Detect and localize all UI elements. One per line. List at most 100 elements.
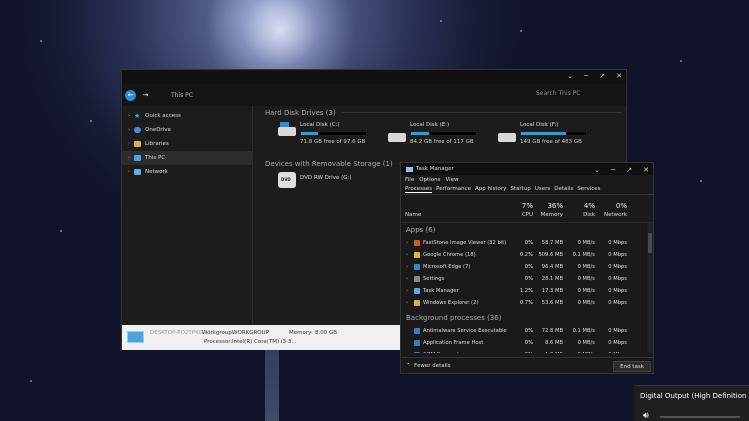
task-manager-title-bar[interactable]: Task Manager ⌄ ─ ↗ ✕ bbox=[401, 163, 653, 175]
process-list-scrollbar[interactable] bbox=[647, 223, 653, 353]
table-row[interactable]: › Task Manager 1.2% 17.3 MB 0 MB/s 0 Mbps bbox=[401, 285, 647, 297]
drive-e[interactable]: Local Disk (E:) 84.2 GB free of 117 GB bbox=[370, 119, 480, 153]
process-icon bbox=[414, 276, 420, 282]
folder-icon bbox=[134, 141, 141, 147]
process-name: Settings bbox=[423, 276, 445, 282]
sidebar-item-quick-access[interactable]: › ★ Quick access bbox=[122, 109, 252, 123]
audio-output-name[interactable]: Digital Output (High Definition Audio bbox=[640, 392, 749, 400]
sidebar-item-libraries[interactable]: › Libraries bbox=[122, 137, 252, 151]
sidebar-item-this-pc[interactable]: › This PC bbox=[122, 151, 252, 165]
process-network: 0 Mbps bbox=[608, 300, 627, 306]
table-row[interactable]: COM Surrogate 0%1.3 MB0 MB/s0 Mbps bbox=[401, 349, 647, 353]
minimize-icon[interactable]: ─ bbox=[611, 166, 615, 174]
apps-section-header: Apps (6) bbox=[406, 226, 436, 234]
expand-ribbon-icon[interactable]: ⌄ bbox=[567, 72, 573, 80]
table-row[interactable]: › Microsoft Edge (7) 0% 96.4 MB 0 MB/s 0 Mbps bbox=[401, 261, 647, 273]
table-row[interactable]: › FastStone Image Viewer (32 bit) 0% 58.7 M… bbox=[401, 237, 647, 249]
process-network: 0 Mbps bbox=[608, 252, 627, 258]
process-name: Microsoft Edge (7) bbox=[423, 264, 471, 270]
tab-app-history[interactable]: App history bbox=[475, 186, 506, 192]
volume-slider[interactable] bbox=[660, 416, 740, 418]
hard-disk-group-header[interactable]: Hard Disk Drives (3) bbox=[265, 106, 622, 119]
drive-usage-bar bbox=[410, 131, 477, 136]
process-memory: 28.1 MB bbox=[541, 276, 563, 282]
column-name[interactable]: Name bbox=[405, 212, 421, 218]
chevron-right-icon[interactable]: › bbox=[406, 240, 408, 246]
table-row[interactable]: Antimalware Service Executable 0% 72.8 MB 0… bbox=[401, 325, 647, 337]
forward-arrow-icon[interactable]: → bbox=[140, 90, 151, 101]
table-row[interactable]: Application Frame Host 0% 8.6 MB 0 MB/s 0 Mb… bbox=[401, 337, 647, 349]
chevron-right-icon[interactable]: › bbox=[406, 300, 408, 306]
search-input[interactable]: Search This PC bbox=[536, 90, 581, 97]
explorer-title-bar[interactable]: ⌄ ─ ↗ ✕ bbox=[122, 70, 626, 84]
end-task-button[interactable]: End task bbox=[613, 361, 651, 372]
table-row[interactable]: › Windows Explorer (2) 0.7% 53.6 MB 0 MB/s 0 … bbox=[401, 297, 647, 309]
chevron-right-icon[interactable]: › bbox=[406, 288, 408, 294]
tab-startup[interactable]: Startup bbox=[510, 186, 530, 192]
process-icon bbox=[414, 240, 420, 246]
process-list: Apps (6) › FastStone Image Viewer (32 bit… bbox=[401, 223, 647, 353]
tab-performance[interactable]: Performance bbox=[436, 186, 471, 192]
close-icon[interactable]: ✕ bbox=[616, 72, 622, 80]
tab-processes[interactable]: Processes bbox=[405, 186, 433, 193]
speaker-icon[interactable]: 🔊︎ bbox=[643, 411, 649, 421]
computer-icon bbox=[127, 331, 144, 343]
drive-usage-fill bbox=[521, 132, 566, 135]
drive-f[interactable]: Local Disk (F:) 149 GB free of 483 GB bbox=[480, 119, 590, 153]
menu-file[interactable]: File bbox=[405, 177, 414, 183]
process-memory: 8.6 MB bbox=[545, 340, 563, 346]
process-disk: 0.1 MB/s bbox=[572, 328, 595, 334]
chevron-right-icon[interactable]: › bbox=[406, 264, 408, 270]
task-manager-window[interactable]: Task Manager ⌄ ─ ↗ ✕ File Options View P… bbox=[400, 162, 654, 374]
menu-view[interactable]: View bbox=[445, 177, 458, 183]
process-name: Antimalware Service Executable bbox=[423, 328, 507, 334]
process-network: 0 Mbps bbox=[608, 240, 627, 246]
chevron-right-icon[interactable]: › bbox=[406, 276, 408, 282]
process-name: COM Surrogate bbox=[423, 352, 462, 353]
drive-c[interactable]: Local Disk (C:) 71.8 GB free of 97.6 GB bbox=[260, 119, 370, 153]
tab-users[interactable]: Users bbox=[535, 186, 550, 192]
column-cpu[interactable]: CPU bbox=[509, 212, 533, 218]
fewer-details-button[interactable]: ⌃ Fewer details bbox=[406, 363, 451, 369]
process-disk: 0 MB/s bbox=[577, 340, 595, 346]
chevron-up-icon: ⌃ bbox=[406, 363, 411, 369]
maximize-icon[interactable]: ↗ bbox=[626, 166, 632, 174]
process-disk: 0 MB/s bbox=[577, 240, 595, 246]
process-cpu: 0.7% bbox=[519, 300, 533, 306]
hard-drive-icon bbox=[498, 133, 516, 142]
tab-services[interactable]: Services bbox=[577, 186, 600, 192]
minimize-icon[interactable]: ─ bbox=[584, 72, 588, 80]
sidebar-item-onedrive[interactable]: › OneDrive bbox=[122, 123, 252, 137]
cloud-icon bbox=[134, 127, 141, 133]
tab-details[interactable]: Details bbox=[554, 186, 573, 192]
scrollbar-thumb[interactable] bbox=[648, 233, 652, 253]
process-network: 0 Mbps bbox=[608, 264, 627, 270]
drive-list: Local Disk (C:) 71.8 GB free of 97.6 GB … bbox=[260, 119, 622, 157]
star-icon: ★ bbox=[134, 112, 141, 120]
process-memory: 58.7 MB bbox=[541, 240, 563, 246]
process-memory: 1.3 MB bbox=[531, 352, 563, 353]
process-name: Google Chrome (18) bbox=[423, 252, 476, 258]
column-memory[interactable]: Memory bbox=[531, 212, 563, 218]
menu-options[interactable]: Options bbox=[419, 177, 440, 183]
process-cpu: 0% bbox=[524, 276, 533, 282]
process-memory: 509.6 MB bbox=[538, 252, 563, 258]
task-manager-footer: ⌃ Fewer details End task bbox=[401, 357, 653, 374]
maximize-icon[interactable]: ↗ bbox=[599, 72, 605, 80]
column-disk[interactable]: Disk bbox=[571, 212, 595, 218]
expand-icon[interactable]: ⌄ bbox=[594, 166, 600, 174]
process-disk: 0 MB/s bbox=[577, 276, 595, 282]
audio-output-flyout[interactable]: Digital Output (High Definition Audio 🔊︎ bbox=[634, 385, 749, 421]
process-name: Application Frame Host bbox=[423, 340, 484, 346]
close-icon[interactable]: ✕ bbox=[643, 166, 649, 174]
column-network[interactable]: Network bbox=[597, 212, 627, 218]
back-arrow-icon[interactable]: ← bbox=[125, 89, 136, 101]
process-cpu: 0% bbox=[524, 328, 533, 334]
sidebar-item-network[interactable]: › Network bbox=[122, 165, 252, 179]
chevron-right-icon[interactable]: › bbox=[406, 252, 408, 258]
drive-usage-bar bbox=[300, 131, 367, 136]
address-bar[interactable]: This PC bbox=[171, 92, 193, 99]
process-name: Task Manager bbox=[423, 288, 459, 294]
table-row[interactable]: › Google Chrome (18) 0.2% 509.6 MB 0.1 MB/s 0… bbox=[401, 249, 647, 261]
table-row[interactable]: › Settings 0% 28.1 MB 0 MB/s 0 Mbps bbox=[401, 273, 647, 285]
